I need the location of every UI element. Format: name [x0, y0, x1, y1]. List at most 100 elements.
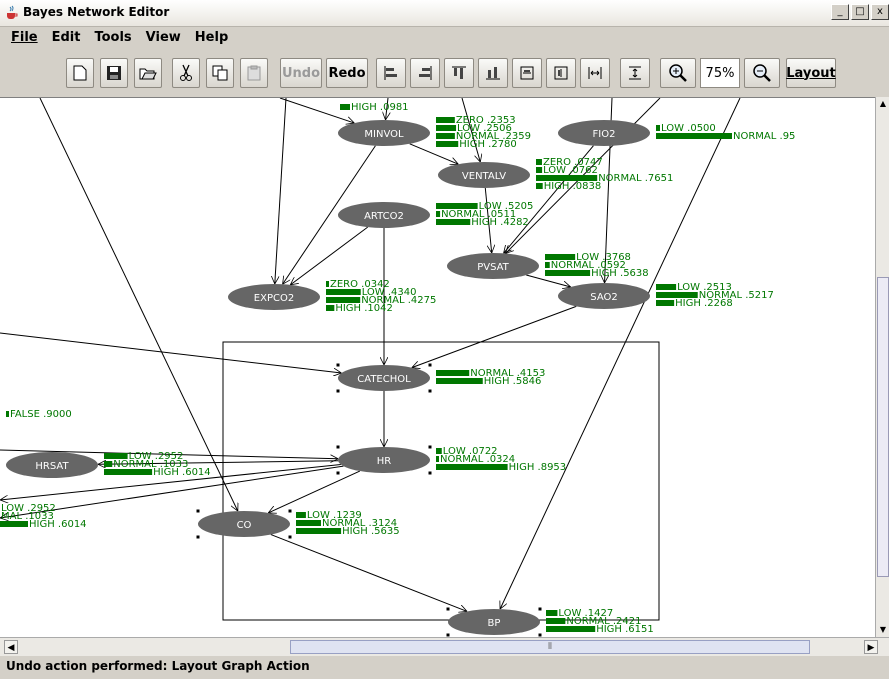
center-horizontal-icon: [520, 66, 534, 80]
close-button[interactable]: x: [871, 4, 889, 20]
scroll-right-icon[interactable]: ▶: [864, 640, 878, 654]
zoom-out-button[interactable]: [744, 58, 780, 88]
state-bar-offscreen-top-high: [340, 104, 350, 110]
state-bar-ventalv-high: [536, 183, 543, 189]
state-label-catechol-high: HIGH .5846: [484, 376, 542, 387]
node-label-co: CO: [237, 520, 252, 531]
selection-handle[interactable]: [336, 445, 340, 449]
space-horizontal-button[interactable]: [580, 58, 610, 88]
selection-handle[interactable]: [336, 471, 340, 475]
horizontal-scrollbar[interactable]: ◀ ⦀ ▶: [0, 637, 889, 656]
maximize-button[interactable]: □: [851, 4, 869, 20]
graph-canvas[interactable]: ZERO .2353 LOW .2506 NORMAL .2359 HIGH .278…: [0, 97, 875, 638]
copy-icon: [212, 65, 228, 81]
scroll-down-icon[interactable]: ▼: [876, 623, 889, 637]
paste-button[interactable]: [240, 58, 268, 88]
state-bar-catechol-normal: [436, 370, 470, 376]
zoom-out-icon: [753, 64, 771, 82]
selection-handle[interactable]: [288, 509, 292, 513]
state-label-fio2-low: LOW .0500: [661, 123, 716, 134]
state-label-offscreen-top-high: HIGH .0981: [351, 102, 409, 113]
state-label-hrsat-high: HIGH .6014: [153, 467, 211, 478]
state-bar-co-low: [296, 512, 306, 518]
redo-button[interactable]: Redo: [326, 58, 368, 88]
edge-offscreen-to-expco2: [275, 98, 287, 284]
selection-handle[interactable]: [288, 535, 292, 539]
state-label-ventalv-low: LOW .0762: [543, 165, 598, 176]
zoom-in-button[interactable]: [660, 58, 696, 88]
node-label-ventalv: VENTALV: [462, 171, 506, 182]
copy-button[interactable]: [206, 58, 234, 88]
minimize-button[interactable]: _: [831, 4, 849, 20]
state-bar-fio2-low: [656, 125, 660, 131]
align-top-button[interactable]: [444, 58, 474, 88]
status-bar: Undo action performed: Layout Graph Acti…: [6, 659, 310, 673]
state-bar-bp-high: [546, 626, 596, 632]
state-bar-layer: ZERO .2353LOW .2506NORMAL .2359HIGH .278…: [104, 115, 795, 635]
java-cup-icon: [7, 5, 18, 19]
cut-icon: [180, 64, 192, 81]
node-label-bp: BP: [488, 618, 501, 629]
center-vertical-button[interactable]: [546, 58, 576, 88]
state-label-hr-high: HIGH .8953: [509, 462, 567, 473]
selection-handle[interactable]: [428, 471, 432, 475]
selection-handle[interactable]: [196, 509, 200, 513]
space-vertical-icon: [629, 66, 641, 80]
state-label-ventalv-high: HIGH .0838: [544, 181, 602, 192]
node-label-hr: HR: [377, 456, 392, 467]
cut-button[interactable]: [172, 58, 200, 88]
state-bar-expco2-low: [326, 289, 361, 295]
align-top-icon: [452, 66, 466, 79]
menu-edit[interactable]: Edit: [45, 27, 88, 49]
state-label-pvsat-high: HIGH .5638: [591, 268, 649, 279]
bayes-network-graph[interactable]: ZERO .2353LOW .2506NORMAL .2359HIGH .278…: [0, 98, 875, 638]
new-button[interactable]: [66, 58, 94, 88]
vertical-scroll-thumb[interactable]: [877, 277, 889, 577]
state-bar-sao2-low: [656, 284, 677, 290]
scroll-up-icon[interactable]: ▲: [876, 97, 889, 111]
menu-bar: File Edit Tools View Help: [0, 27, 889, 49]
vertical-scrollbar[interactable]: ▲ ▼: [875, 97, 889, 637]
state-label-co-high: HIGH .5635: [342, 526, 400, 537]
layout-button[interactable]: Layout: [786, 58, 836, 88]
center-horizontal-button[interactable]: [512, 58, 542, 88]
edge-offscreen-to-co: [39, 98, 238, 511]
selection-handle[interactable]: [428, 389, 432, 393]
space-vertical-button[interactable]: [620, 58, 650, 88]
menu-file[interactable]: File: [4, 27, 45, 49]
state-bar-offscreen-false: [6, 411, 9, 417]
menu-view[interactable]: View: [139, 27, 188, 49]
align-right-button[interactable]: [410, 58, 440, 88]
center-vertical-icon: [554, 66, 568, 80]
state-bar-fio2-normal: [656, 133, 732, 139]
state-bar-ventalv-zero: [536, 159, 542, 165]
save-button[interactable]: [100, 58, 128, 88]
state-bar-minvol-high: [436, 141, 459, 147]
horizontal-scroll-thumb[interactable]: ⦀: [290, 640, 810, 654]
undo-button[interactable]: Undo: [280, 58, 322, 88]
paste-icon: [247, 65, 261, 81]
window-controls: _ □ x: [831, 4, 889, 20]
selection-handle[interactable]: [336, 363, 340, 367]
selection-handle[interactable]: [196, 535, 200, 539]
state-bar-bp-low: [546, 610, 558, 616]
scroll-left-icon[interactable]: ◀: [4, 640, 18, 654]
selection-handle[interactable]: [538, 607, 542, 611]
zoom-level: 75%: [700, 58, 740, 88]
selection-handle[interactable]: [428, 363, 432, 367]
selection-handle[interactable]: [428, 445, 432, 449]
align-left-button[interactable]: [376, 58, 406, 88]
menu-tools[interactable]: Tools: [87, 27, 138, 49]
state-bar-expco2-zero: [326, 281, 329, 287]
open-button[interactable]: [134, 58, 162, 88]
menu-help[interactable]: Help: [188, 27, 235, 49]
state-bar-minvol-zero: [436, 117, 455, 123]
edge-pvsat-to-sao2: [526, 274, 571, 287]
state-bar-hr-normal: [436, 456, 439, 462]
align-bottom-button[interactable]: [478, 58, 508, 88]
window-title: Bayes Network Editor: [23, 5, 170, 19]
state-bar-hrsat-normal: [104, 461, 113, 467]
selection-handle[interactable]: [446, 607, 450, 611]
state-bar-co-high: [296, 528, 342, 534]
selection-handle[interactable]: [336, 389, 340, 393]
